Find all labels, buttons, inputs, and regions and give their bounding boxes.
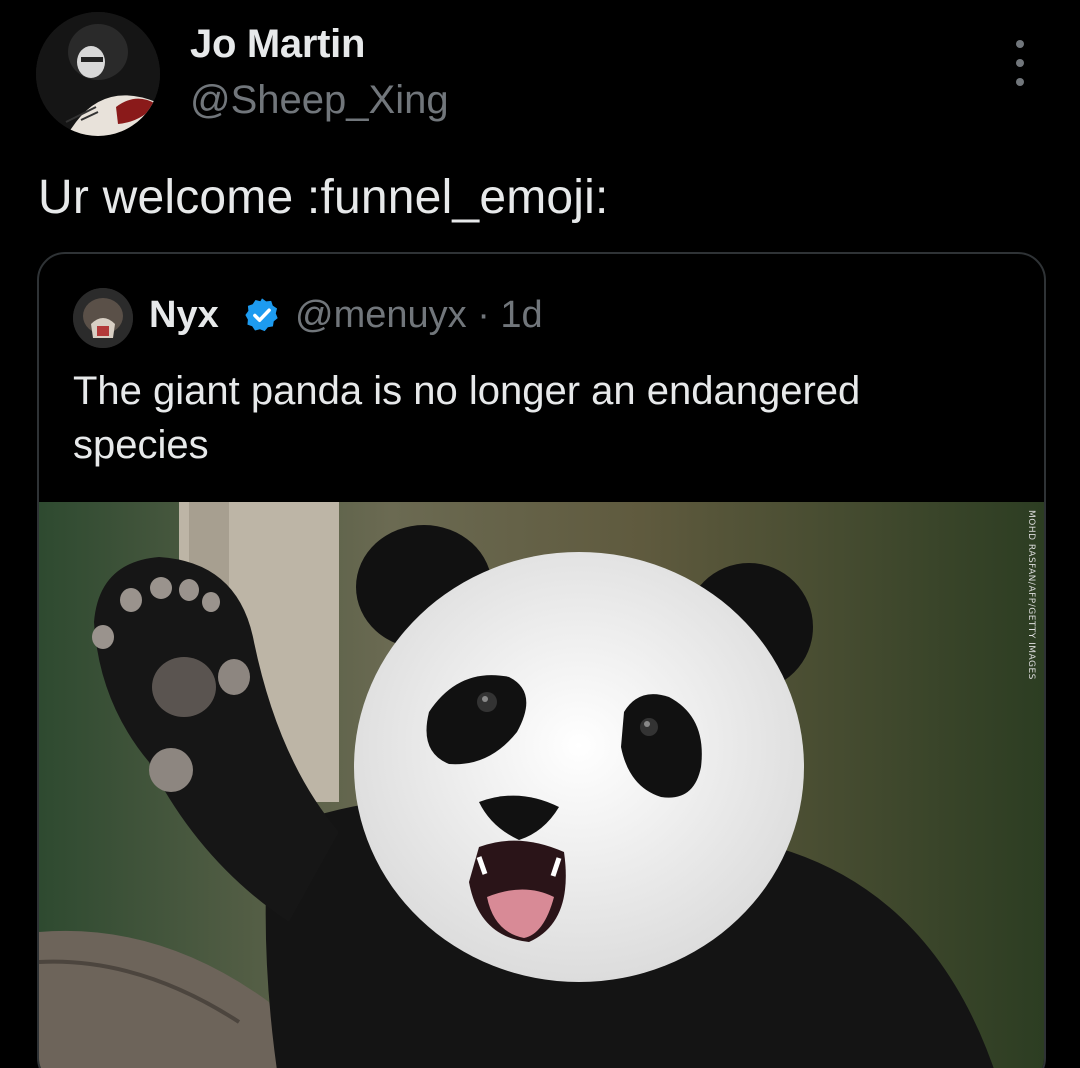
quoted-post-card[interactable]: Nyx @menuyx · 1d The giant panda is no l… — [37, 252, 1046, 1068]
author-avatar[interactable] — [36, 12, 160, 136]
more-options-icon[interactable] — [1000, 40, 1040, 86]
quoted-author-name[interactable]: Nyx — [149, 294, 219, 337]
author-handle[interactable]: @Sheep_Xing — [190, 78, 449, 123]
verified-badge-icon — [245, 298, 278, 332]
photo-credit: MOHD RASFAN/AFP/GETTY IMAGES — [1026, 510, 1036, 680]
quoted-author-avatar[interactable] — [73, 288, 133, 348]
author-name[interactable]: Jo Martin — [190, 22, 365, 67]
quoted-post-text: The giant panda is no longer an endanger… — [73, 369, 861, 467]
post-text: Ur welcome :funnel_emoji: — [38, 171, 609, 224]
post: Jo Martin @Sheep_Xing Ur welcome :funnel… — [0, 0, 1080, 1068]
quoted-author-handle-time[interactable]: @menuyx · 1d — [295, 294, 543, 337]
panda-photo[interactable]: MOHD RASFAN/AFP/GETTY IMAGES — [39, 502, 1044, 1068]
